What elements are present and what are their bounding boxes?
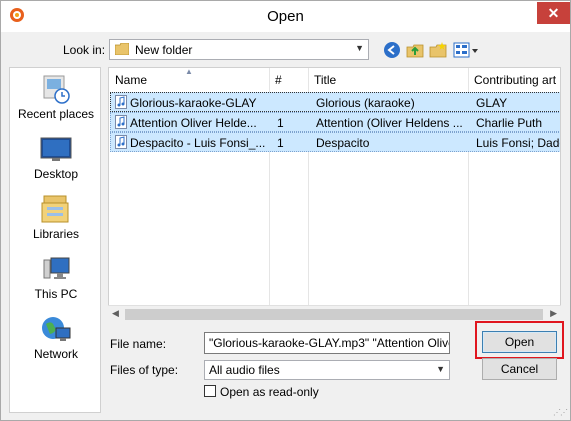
column-header-name[interactable]: Name ▲ [109,68,269,92]
open-dialog: Open ✕ Look in: New folder ▼ Recent plac… [0,0,571,421]
place-network[interactable]: Network [10,314,102,370]
resize-grip-icon[interactable]: ⋰⋰ [553,408,568,417]
scroll-left-icon[interactable]: ◀ [112,308,119,319]
file-track: 1 [277,136,284,150]
place-this-pc[interactable]: This PC [10,254,102,310]
title-bar[interactable]: Open ✕ [1,1,570,32]
file-artist: Luis Fonsi; Dado [476,136,561,150]
column-header-track[interactable]: # [269,68,309,92]
up-folder-icon[interactable] [406,41,424,59]
table-row[interactable]: Glorious-karaoke-GLAY Glorious (karaoke)… [110,92,560,112]
sort-ascending-icon: ▲ [185,67,193,76]
read-only-checkbox[interactable] [204,385,216,397]
file-name-label: File name: [110,337,167,351]
file-title: Despacito [316,136,370,150]
folder-icon [115,43,129,55]
file-track: 1 [277,116,284,130]
places-bar: Recent places Desktop Libraries This PC … [9,67,101,413]
file-artist: GLAY [476,96,508,110]
file-type-select[interactable]: All audio files ▼ [204,360,450,380]
place-label: Libraries [32,227,80,241]
table-row[interactable]: Despacito - Luis Fonsi_... 1 Despacito L… [110,132,561,152]
recent-places-icon [43,75,70,104]
close-button[interactable]: ✕ [537,2,570,24]
window-title: Open [267,8,304,25]
scroll-right-icon[interactable]: ▶ [550,308,557,319]
place-recent-places[interactable]: Recent places [10,74,102,130]
file-artist: Charlie Puth [476,116,543,130]
open-button[interactable]: Open [482,331,557,353]
file-list[interactable]: Name ▲ # Title Contributing art Glorious… [108,67,561,319]
table-row[interactable]: Attention Oliver Helde... 1 Attention (O… [110,112,560,132]
view-menu-icon[interactable] [453,41,479,59]
file-type-label: Files of type: [110,363,179,377]
look-in-value: New folder [135,43,193,57]
audio-file-icon [115,95,127,109]
place-label: Network [33,347,78,361]
column-label: Name [115,73,148,87]
horizontal-scrollbar[interactable]: ◀ ▶ [108,305,561,322]
look-in-combo[interactable]: New folder ▼ [109,39,369,60]
read-only-label: Open as read-only [220,385,319,399]
file-type-value: All audio files [209,363,280,377]
scrollbar-thumb[interactable] [125,309,543,320]
audio-file-icon [115,135,127,149]
chevron-down-icon[interactable]: ▼ [436,364,445,374]
libraries-icon [41,195,69,223]
file-title: Glorious (karaoke) [316,96,415,110]
place-desktop[interactable]: Desktop [10,134,102,190]
back-icon[interactable] [383,41,401,59]
column-header-artist[interactable]: Contributing art [468,68,560,92]
chevron-down-icon[interactable]: ▼ [355,43,364,53]
column-header-title[interactable]: Title [308,68,468,92]
place-label: Recent places [17,107,95,121]
file-name: Glorious-karaoke-GLAY [130,96,257,110]
place-label: This PC [34,287,78,301]
audio-file-icon [115,115,127,129]
place-label: Desktop [33,167,79,181]
file-name: Attention Oliver Helde... [130,116,257,130]
network-icon [42,317,71,341]
place-libraries[interactable]: Libraries [10,194,102,250]
desktop-icon [40,137,72,161]
file-name: Despacito - Luis Fonsi_... [130,136,265,150]
cancel-button[interactable]: Cancel [482,358,557,380]
this-pc-icon [43,257,70,279]
look-in-label: Look in: [63,43,106,57]
file-title: Attention (Oliver Heldens ... [316,116,463,130]
file-name-input[interactable]: "Glorious-karaoke-GLAY.mp3" "Attention O… [204,332,450,354]
new-folder-icon[interactable] [429,41,447,59]
